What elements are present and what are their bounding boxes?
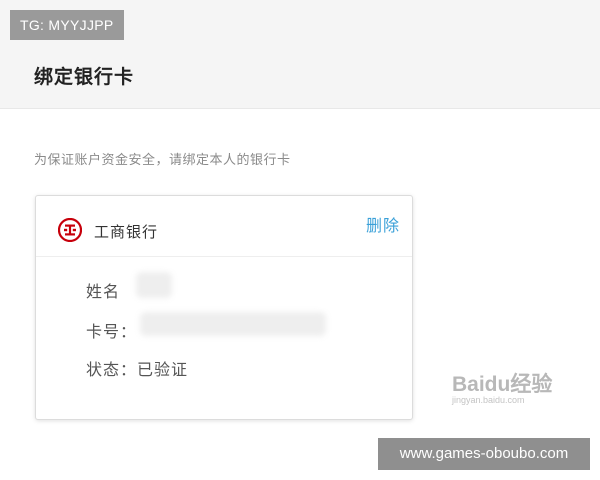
name-redacted (136, 272, 172, 298)
card-number-row: 卡号： (86, 318, 137, 342)
status-row: 状态：已验证 (86, 356, 188, 380)
baidu-watermark-url: jingyan.baidu.com (452, 395, 525, 405)
name-label: 姓名 (86, 282, 121, 301)
status-value: 已验证 (137, 360, 189, 379)
icbc-logo-icon (58, 218, 82, 242)
status-label: 状态： (86, 360, 138, 379)
site-watermark: www.games-oboubo.com (378, 438, 590, 470)
bank-card-header: 工商银行 删除 (36, 196, 412, 257)
tg-watermark: TG: MYYJJPP (10, 10, 124, 40)
card-number-label: 卡号： (86, 322, 138, 341)
name-row: 姓名 (86, 278, 120, 302)
baidu-watermark: Baidu经验 (452, 373, 553, 396)
security-notice: 为保证账户资金安全，请绑定本人的银行卡 (34, 153, 291, 168)
page-title: 绑定银行卡 (34, 66, 135, 88)
delete-card-button[interactable]: 删除 (366, 212, 400, 236)
bank-name: 工商银行 (94, 223, 159, 241)
bank-card: 工商银行 删除 姓名 卡号： 状态：已验证 (35, 195, 413, 420)
card-number-redacted (140, 312, 326, 336)
